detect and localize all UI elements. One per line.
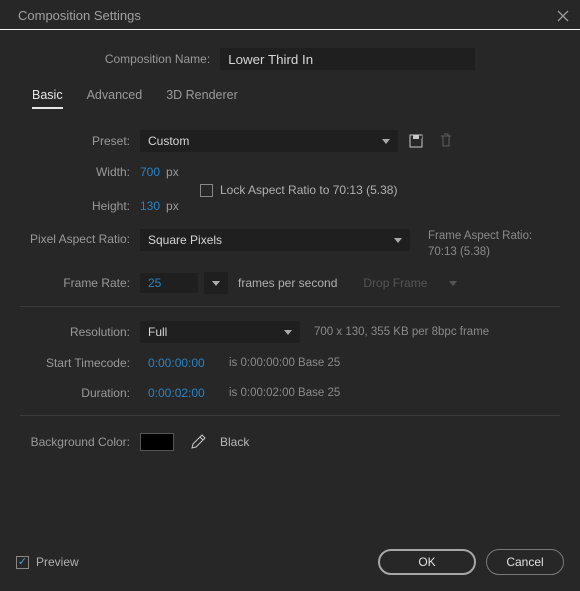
delete-preset-icon (434, 129, 458, 153)
lock-aspect-label: Lock Aspect Ratio to 70:13 (5.38) (220, 183, 397, 197)
tab-3d-renderer[interactable]: 3D Renderer (166, 88, 238, 109)
height-unit: px (166, 199, 179, 213)
duration-label: Duration: (20, 386, 140, 400)
start-timecode-label: Start Timecode: (20, 356, 140, 370)
frame-rate-input[interactable]: 25 (140, 273, 198, 293)
preview-checkbox[interactable]: Preview (16, 555, 79, 569)
chevron-down-icon (394, 238, 402, 243)
par-label: Pixel Aspect Ratio: (20, 229, 140, 246)
duration-note: is 0:00:02:00 Base 25 (229, 387, 340, 399)
chevron-down-icon (212, 281, 220, 286)
par-value: Square Pixels (148, 233, 222, 247)
chevron-down-icon (284, 330, 292, 335)
resolution-note: 700 x 130, 355 KB per 8bpc frame (314, 326, 489, 338)
height-label: Height: (20, 199, 140, 213)
chevron-down-icon (382, 139, 390, 144)
width-label: Width: (20, 165, 140, 179)
width-value[interactable]: 700 (140, 165, 160, 179)
start-timecode-input[interactable]: 0:00:00:00 (140, 353, 215, 373)
preset-value: Custom (148, 134, 189, 148)
resolution-select[interactable]: Full (140, 321, 300, 343)
height-value[interactable]: 130 (140, 199, 160, 213)
cancel-button[interactable]: Cancel (486, 549, 564, 575)
close-icon[interactable] (556, 9, 570, 23)
preset-select[interactable]: Custom (140, 130, 398, 152)
frame-rate-dropdown[interactable] (204, 272, 228, 294)
lock-aspect-checkbox[interactable]: Lock Aspect Ratio to 70:13 (5.38) (200, 183, 397, 197)
ok-button[interactable]: OK (378, 549, 476, 575)
duration-input[interactable]: 0:00:02:00 (140, 383, 215, 403)
resolution-value: Full (148, 325, 167, 339)
frame-rate-label: Frame Rate: (20, 276, 140, 290)
start-timecode-note: is 0:00:00:00 Base 25 (229, 357, 340, 369)
save-preset-icon[interactable] (404, 129, 428, 153)
bg-color-label: Background Color: (20, 435, 140, 449)
frame-aspect-note: Frame Aspect Ratio: 70:13 (5.38) (428, 229, 532, 260)
preview-label: Preview (36, 555, 79, 569)
bg-color-name: Black (220, 435, 249, 449)
par-select[interactable]: Square Pixels (140, 229, 410, 251)
dialog-title: Composition Settings (18, 8, 141, 23)
tab-basic[interactable]: Basic (32, 88, 63, 109)
comp-name-label: Composition Name: (105, 52, 220, 66)
comp-name-input[interactable] (220, 48, 475, 70)
width-unit: px (166, 165, 179, 179)
bg-color-swatch[interactable] (140, 433, 174, 451)
drop-frame-select: Drop Frame (355, 272, 465, 294)
fps-unit: frames per second (238, 276, 337, 290)
preset-label: Preset: (20, 134, 140, 148)
resolution-label: Resolution: (20, 325, 140, 339)
eyedropper-icon[interactable] (186, 430, 210, 454)
tab-advanced[interactable]: Advanced (87, 88, 143, 109)
